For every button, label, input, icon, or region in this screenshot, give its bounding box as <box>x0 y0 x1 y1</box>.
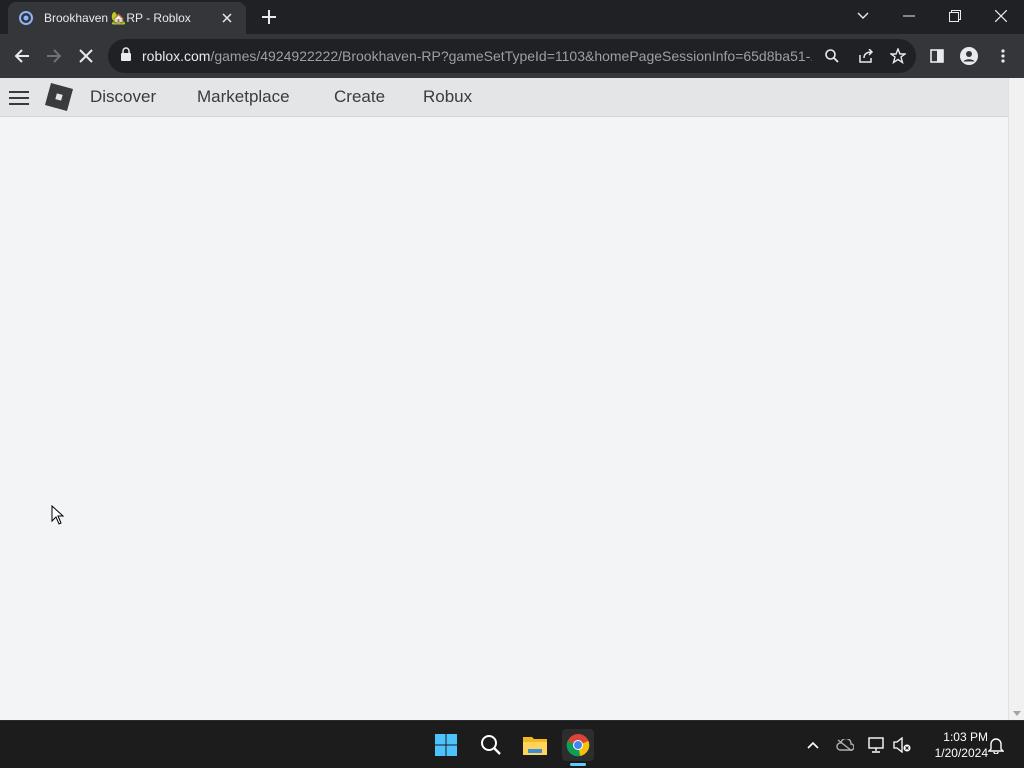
chevron-up-icon[interactable] <box>803 735 823 755</box>
web-page: Discover Marketplace Create Robux <box>0 78 1008 720</box>
search-icon[interactable] <box>822 46 842 66</box>
notification-bell-icon[interactable] <box>986 735 1006 755</box>
stop-loading-button[interactable] <box>71 41 101 71</box>
tab-search-icon[interactable] <box>840 0 886 32</box>
nav-discover[interactable]: Discover <box>90 87 156 107</box>
profile-avatar-icon[interactable] <box>954 41 984 71</box>
tab-title: Brookhaven 🏡RP - Roblox <box>44 11 191 25</box>
onedrive-offline-icon[interactable] <box>835 735 855 755</box>
minimize-button[interactable] <box>886 0 932 32</box>
close-window-button[interactable] <box>978 0 1024 32</box>
roblox-header: Discover Marketplace Create Robux <box>0 78 1008 117</box>
loading-spinner-icon <box>18 10 34 26</box>
windows-start-icon[interactable] <box>430 729 462 761</box>
side-panel-icon[interactable] <box>922 41 952 71</box>
back-button[interactable] <box>7 41 37 71</box>
windows-taskbar: 1:03 PM 1/20/2024 <box>0 720 1024 768</box>
scroll-down-arrow-icon[interactable] <box>1013 711 1021 716</box>
file-explorer-icon[interactable] <box>519 729 551 761</box>
hamburger-menu-icon[interactable] <box>9 88 31 108</box>
page-scrollbar[interactable] <box>1008 78 1024 720</box>
clock-time: 1:03 PM <box>943 730 988 744</box>
share-icon[interactable] <box>856 46 876 66</box>
network-icon[interactable] <box>866 735 886 755</box>
forward-button[interactable] <box>39 41 69 71</box>
url-text[interactable]: roblox.com/games/4924922222/Brookhaven-R… <box>142 48 812 64</box>
bookmark-star-icon[interactable] <box>888 46 908 66</box>
address-bar[interactable]: roblox.com/games/4924922222/Brookhaven-R… <box>108 39 916 73</box>
chrome-taskbar-icon[interactable] <box>562 729 594 761</box>
browser-toolbar: roblox.com/games/4924922222/Brookhaven-R… <box>0 34 1024 78</box>
system-clock[interactable]: 1:03 PM 1/20/2024 <box>918 729 988 761</box>
screen: Brookhaven 🏡RP - Roblox roblox.com/games… <box>0 0 1024 768</box>
close-tab-icon[interactable] <box>218 9 236 27</box>
restore-button[interactable] <box>932 0 978 32</box>
roblox-logo-icon[interactable] <box>44 82 74 112</box>
nav-marketplace[interactable]: Marketplace <box>197 87 290 107</box>
mouse-pointer-icon <box>51 504 65 525</box>
search-icon[interactable] <box>475 729 507 761</box>
volume-muted-icon[interactable] <box>892 735 912 755</box>
new-tab-button[interactable] <box>258 6 280 28</box>
lock-icon[interactable] <box>120 46 132 66</box>
tab-strip: Brookhaven 🏡RP - Roblox <box>0 0 1024 34</box>
menu-kebab-icon[interactable] <box>988 41 1018 71</box>
nav-create[interactable]: Create <box>334 87 385 107</box>
clock-date: 1/20/2024 <box>934 746 988 760</box>
nav-robux[interactable]: Robux <box>423 87 472 107</box>
active-app-indicator <box>570 763 586 766</box>
browser-tab[interactable]: Brookhaven 🏡RP - Roblox <box>8 2 246 34</box>
